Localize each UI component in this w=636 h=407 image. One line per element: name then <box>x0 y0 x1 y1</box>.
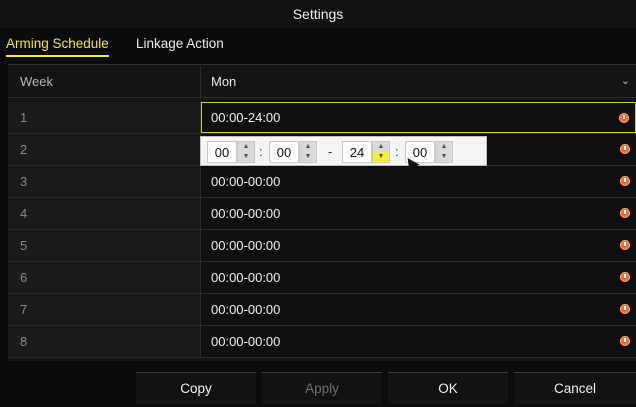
decrement-icon[interactable]: ▼ <box>373 152 389 162</box>
period-index: 1 <box>8 102 201 133</box>
end-hour-spinner[interactable]: ▲ ▼ <box>372 141 390 163</box>
period-time-field[interactable]: 00:00-00:00 <box>201 230 636 261</box>
time-range-dash: - <box>328 144 333 159</box>
period-time-field[interactable]: 00:00-00:00 <box>201 294 636 325</box>
table-row: 6 00:00-00:00 <box>8 262 636 294</box>
copy-button[interactable]: Copy <box>136 372 256 404</box>
start-hour-value[interactable]: 00 <box>207 141 237 163</box>
decrement-icon[interactable]: ▼ <box>436 152 452 162</box>
clock-icon[interactable] <box>620 208 630 218</box>
period-time-value: 00:00-00:00 <box>211 174 281 189</box>
day-select[interactable]: Mon ⌄ <box>201 66 636 97</box>
period-index: 5 <box>8 230 201 261</box>
increment-icon[interactable]: ▲ <box>300 142 316 152</box>
tab-bar: Arming Schedule Linkage Action <box>0 30 636 62</box>
table-row: 3 00:00-00:00 <box>8 166 636 198</box>
apply-button[interactable]: Apply <box>262 372 382 404</box>
period-index: 4 <box>8 198 201 229</box>
decrement-icon[interactable]: ▼ <box>300 152 316 162</box>
period-time-field[interactable]: 00:00-00:00 <box>201 326 636 357</box>
period-index: 8 <box>8 326 201 357</box>
period-time-value: 00:00-00:00 <box>211 334 281 349</box>
increment-icon[interactable]: ▲ <box>238 142 254 152</box>
clock-icon[interactable] <box>620 336 630 346</box>
period-time-value: 00:00-00:00 <box>211 270 281 285</box>
end-minute-spinner[interactable]: ▲ ▼ <box>435 141 453 163</box>
period-time-field[interactable]: 00:00-00:00 <box>201 166 636 197</box>
table-row: 4 00:00-00:00 <box>8 198 636 230</box>
period-time-value: 00:00-00:00 <box>211 238 281 253</box>
period-index: 3 <box>8 166 201 197</box>
clock-icon[interactable] <box>620 144 630 154</box>
cancel-button[interactable]: Cancel <box>514 372 636 404</box>
tab-arming-schedule[interactable]: Arming Schedule <box>6 36 109 57</box>
week-label: Week <box>8 66 201 97</box>
ok-button[interactable]: OK <box>388 372 508 404</box>
period-index: 7 <box>8 294 201 325</box>
period-time-value: 00:00-00:00 <box>211 302 281 317</box>
time-colon: : <box>259 144 263 159</box>
day-select-value: Mon <box>211 74 237 89</box>
start-hour-spinner[interactable]: ▲ ▼ <box>237 141 255 163</box>
table-row: 5 00:00-00:00 <box>8 230 636 262</box>
start-minute-spinner[interactable]: ▲ ▼ <box>299 141 317 163</box>
clock-icon[interactable] <box>620 272 630 282</box>
clock-icon[interactable] <box>620 240 630 250</box>
decrement-icon[interactable]: ▼ <box>238 152 254 162</box>
week-row: Week Mon ⌄ <box>8 66 636 98</box>
period-time-value: 00:00-24:00 <box>211 110 281 125</box>
table-row: 1 00:00-24:00 <box>8 102 636 134</box>
clock-icon[interactable] <box>620 304 630 314</box>
clock-icon[interactable] <box>620 176 630 186</box>
table-row: 7 00:00-00:00 <box>8 294 636 326</box>
period-time-field[interactable]: 00:00-24:00 <box>201 102 636 133</box>
increment-icon[interactable]: ▲ <box>373 142 389 152</box>
time-picker-popup: 00 ▲ ▼ : 00 ▲ ▼ - 24 ▲ ▼ : 00 ▲ ▼ <box>200 136 487 172</box>
period-index: 6 <box>8 262 201 293</box>
end-hour-value[interactable]: 24 <box>342 141 372 163</box>
table-row: 8 00:00-00:00 <box>8 326 636 358</box>
window-title: Settings <box>0 0 636 28</box>
clock-icon[interactable] <box>619 113 629 123</box>
time-colon: : <box>395 144 399 159</box>
tab-linkage-action[interactable]: Linkage Action <box>136 36 224 55</box>
start-minute-value[interactable]: 00 <box>269 141 299 163</box>
period-time-field[interactable]: 00:00-00:00 <box>201 198 636 229</box>
period-index: 2 <box>8 134 201 165</box>
chevron-down-icon[interactable]: ⌄ <box>621 66 630 97</box>
period-time-value: 00:00-00:00 <box>211 206 281 221</box>
period-time-field[interactable]: 00:00-00:00 <box>201 262 636 293</box>
increment-icon[interactable]: ▲ <box>436 142 452 152</box>
button-bar: Copy Apply OK Cancel <box>0 368 636 407</box>
